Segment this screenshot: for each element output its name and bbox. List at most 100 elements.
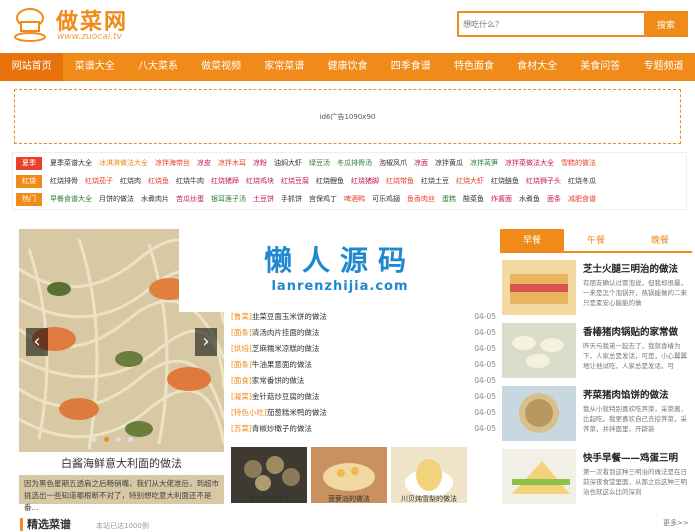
news-item[interactable]: [面条]牛油果意面的做法 04-05 bbox=[231, 357, 496, 373]
news-item-title[interactable]: 青椒炒橄子的做法 bbox=[252, 424, 312, 433]
slider-next-arrow-icon[interactable]: › bbox=[195, 328, 217, 356]
nav-item-health[interactable]: 健康饮食 bbox=[316, 53, 379, 81]
right-item-title[interactable]: 荠菜猪肉馅饼的做法 bbox=[583, 387, 693, 401]
tag-link[interactable]: 银耳莲子汤 bbox=[211, 193, 246, 206]
tag-link[interactable]: 红烧鲤鱼 bbox=[316, 175, 344, 188]
tag-link[interactable]: 凉拌菜做法大全 bbox=[505, 157, 554, 170]
slider-caption[interactable]: 白酱海鲜意大利面的做法 bbox=[19, 452, 224, 475]
tag-link[interactable]: 水煮肉片 bbox=[141, 193, 169, 206]
tag-link[interactable]: 炸酱面 bbox=[491, 193, 512, 206]
news-item-category[interactable]: [面条] bbox=[231, 328, 252, 337]
nav-item-homestyle[interactable]: 家常菜谱 bbox=[253, 53, 316, 81]
news-item-title[interactable]: 韭菜豆面玉米饼的做法 bbox=[252, 312, 327, 321]
tag-link[interactable]: 红烧鸡块 bbox=[246, 175, 274, 188]
news-item-category[interactable]: [特色小吃] bbox=[231, 408, 267, 417]
slider-dot[interactable] bbox=[128, 437, 133, 442]
slider-dot[interactable] bbox=[116, 437, 121, 442]
tag-link[interactable]: 红烧狮子头 bbox=[526, 175, 561, 188]
right-item-image-3[interactable] bbox=[502, 386, 576, 441]
news-item-category[interactable]: [鲁菜] bbox=[231, 312, 252, 321]
nav-item-topics[interactable]: 专题频道 bbox=[632, 53, 695, 81]
tag-link[interactable]: 鱼香肉丝 bbox=[407, 193, 435, 206]
tag-link[interactable]: 红烧冬瓜 bbox=[568, 175, 596, 188]
news-item[interactable]: [苏菜]青椒炒橄子的做法 04-05 bbox=[231, 421, 496, 437]
nav-item-ingredients[interactable]: 食材大全 bbox=[506, 53, 569, 81]
tag-link[interactable]: 宫保鸡丁 bbox=[309, 193, 337, 206]
tag-link[interactable]: 红烧排骨 bbox=[50, 175, 78, 188]
nav-item-qa[interactable]: 美食问答 bbox=[569, 53, 632, 81]
tab-dinner[interactable]: 晚餐 bbox=[628, 229, 692, 253]
right-item-image-4[interactable] bbox=[502, 449, 576, 504]
tag-link[interactable]: 早餐食谱大全 bbox=[50, 193, 92, 206]
news-item[interactable]: [鲁菜]韭菜豆面玉米饼的做法 04-05 bbox=[231, 309, 496, 325]
tag-link[interactable]: 红烧牛肉 bbox=[176, 175, 204, 188]
news-item-title[interactable]: 茄葱糕米鸭的做法 bbox=[267, 408, 327, 417]
tag-link[interactable]: 红烧肉 bbox=[120, 175, 141, 188]
thumb-caption-1[interactable]: 黑芝青的做法 bbox=[231, 494, 307, 505]
slider-dot-active[interactable] bbox=[104, 437, 109, 442]
nav-item-cuisines[interactable]: 八大菜系 bbox=[126, 53, 189, 81]
tag-link[interactable]: 雪糕的做法 bbox=[561, 157, 596, 170]
nav-item-noodles[interactable]: 特色面食 bbox=[442, 53, 505, 81]
right-item-image-2[interactable] bbox=[502, 323, 576, 378]
right-item-title[interactable]: 芝士火腿三明治的做法 bbox=[583, 261, 693, 275]
right-item-title[interactable]: 香椿猪肉锅贴的家常做 bbox=[583, 324, 693, 338]
tag-link[interactable]: 红烧鱼 bbox=[148, 175, 169, 188]
chef-hat-logo-icon[interactable] bbox=[10, 4, 50, 44]
tag-link[interactable]: 面条 bbox=[547, 193, 561, 206]
tag-link[interactable]: 凉面 bbox=[414, 157, 428, 170]
nav-item-seasons[interactable]: 四季食谱 bbox=[379, 53, 442, 81]
tag-link[interactable]: 凉皮 bbox=[197, 157, 211, 170]
news-item[interactable]: [烘焙]芝麻糯米凉糕的做法 04-05 bbox=[231, 341, 496, 357]
news-item-title[interactable]: 清汤肉片挂面的做法 bbox=[252, 328, 320, 337]
tag-link[interactable]: 红烧土豆 bbox=[421, 175, 449, 188]
tag-link[interactable]: 凉拌黄瓜 bbox=[435, 157, 463, 170]
tag-link[interactable]: 红烧大虾 bbox=[456, 175, 484, 188]
tag-link[interactable]: 夏季菜谱大全 bbox=[50, 157, 92, 170]
more-link[interactable]: 更多>> bbox=[663, 518, 689, 528]
news-item-category[interactable]: [凝菜] bbox=[231, 392, 252, 401]
news-item[interactable]: [凝菜]金针菇炒豆腐的做法 04-05 bbox=[231, 389, 496, 405]
tag-link[interactable]: 红烧带鱼 bbox=[386, 175, 414, 188]
news-item-category[interactable]: [面食] bbox=[231, 376, 252, 385]
news-item-category[interactable]: [苏菜] bbox=[231, 424, 252, 433]
news-item-title[interactable]: 芝麻糯米凉糕的做法 bbox=[252, 344, 320, 353]
news-item-title[interactable]: 牛油果意面的做法 bbox=[252, 360, 312, 369]
tag-link[interactable]: 凉拌木耳 bbox=[218, 157, 246, 170]
news-item-title[interactable]: 金针菇炒豆腐的做法 bbox=[252, 392, 320, 401]
tab-lunch[interactable]: 午餐 bbox=[564, 229, 628, 253]
tag-link[interactable]: 冬瓜排骨汤 bbox=[337, 157, 372, 170]
tag-link[interactable]: 油焖大虾 bbox=[274, 157, 302, 170]
news-item-category[interactable]: [烘焙] bbox=[231, 344, 252, 353]
tag-link[interactable]: 红烧茄子 bbox=[85, 175, 113, 188]
tag-link[interactable]: 可乐鸡翅 bbox=[372, 193, 400, 206]
slider-dot[interactable] bbox=[92, 437, 97, 442]
news-item[interactable]: [面食]家常番饼的做法 04-05 bbox=[231, 373, 496, 389]
tag-link[interactable]: 酸菜鱼 bbox=[463, 193, 484, 206]
tag-link[interactable]: 苦瓜炒蛋 bbox=[176, 193, 204, 206]
right-item-image-1[interactable] bbox=[502, 260, 576, 315]
nav-item-home[interactable]: 网站首页 bbox=[0, 53, 64, 81]
tag-link[interactable]: 红烧猪蹄 bbox=[211, 175, 239, 188]
slider-prev-arrow-icon[interactable]: ‹ bbox=[26, 328, 48, 356]
tag-link[interactable]: 红烧豆腐 bbox=[281, 175, 309, 188]
news-item[interactable]: [特色小吃]茄葱糕米鸭的做法 04-05 bbox=[231, 405, 496, 421]
tag-link[interactable]: 水煮鱼 bbox=[519, 193, 540, 206]
search-button[interactable]: 搜索 bbox=[644, 11, 688, 37]
tag-link[interactable]: 蛋糕 bbox=[442, 193, 456, 206]
news-item-category[interactable]: [面条] bbox=[231, 360, 252, 369]
tab-breakfast[interactable]: 早餐 bbox=[500, 229, 564, 253]
thumb-caption-3[interactable]: 川贝炖雪梨的做法 bbox=[391, 494, 467, 505]
nav-item-recipes[interactable]: 菜谱大全 bbox=[63, 53, 126, 81]
tag-link[interactable]: 减肥食谱 bbox=[568, 193, 596, 206]
tag-link[interactable]: 凉拌海带丝 bbox=[155, 157, 190, 170]
tag-link[interactable]: 泡椒凤爪 bbox=[379, 157, 407, 170]
news-item[interactable]: [面条]清汤肉片挂面的做法 04-05 bbox=[231, 325, 496, 341]
tag-link[interactable]: 红烧猪脚 bbox=[351, 175, 379, 188]
news-item-title[interactable]: 家常番饼的做法 bbox=[252, 376, 305, 385]
tag-link[interactable]: 啤酒鸭 bbox=[344, 193, 365, 206]
thumb-caption-2[interactable]: 菠萝派的做法 bbox=[311, 494, 387, 505]
nav-item-videos[interactable]: 做菜视频 bbox=[190, 53, 253, 81]
tag-link[interactable]: 凉粉 bbox=[253, 157, 267, 170]
tag-link[interactable]: 手抓饼 bbox=[281, 193, 302, 206]
